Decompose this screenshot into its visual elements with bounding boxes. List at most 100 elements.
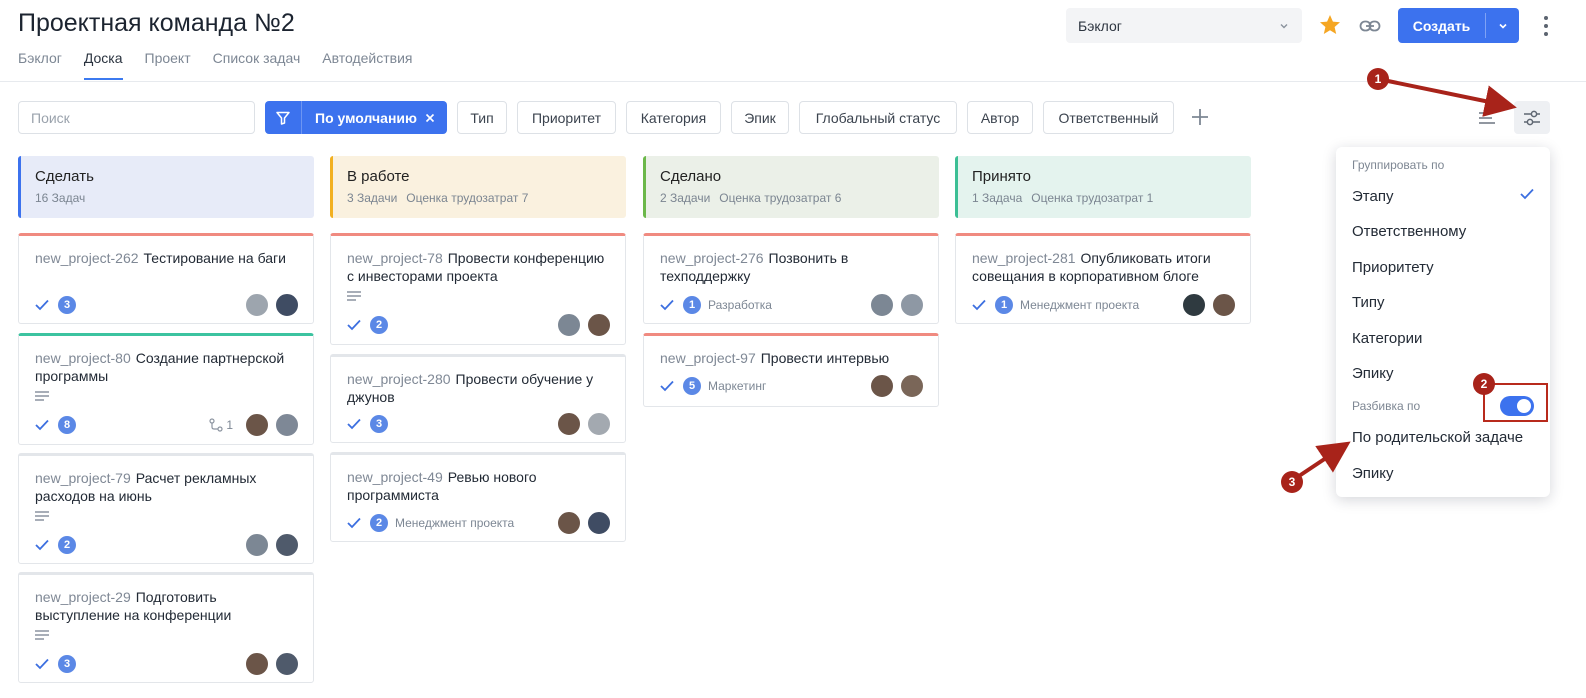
group-by-type[interactable]: Типу bbox=[1352, 294, 1385, 311]
task-card[interactable]: new_project-49 Ревью нового программиста … bbox=[330, 452, 626, 542]
header-divider bbox=[0, 81, 1586, 82]
tab-project[interactable]: Проект bbox=[145, 50, 191, 66]
task-title: Тестирование на баги bbox=[143, 250, 286, 266]
task-card[interactable]: new_project-80 Создание партнерской прогр… bbox=[18, 333, 314, 445]
search-input[interactable] bbox=[18, 101, 255, 134]
subtask-tree-icon bbox=[209, 418, 223, 432]
task-key[interactable]: new_project-97 bbox=[660, 350, 756, 366]
estimate-badge: 3 bbox=[58, 655, 76, 673]
author-avatar[interactable] bbox=[870, 293, 894, 317]
subtasks-indicator[interactable]: 1 bbox=[209, 418, 233, 432]
assignee-avatar[interactable] bbox=[900, 293, 924, 317]
author-avatar[interactable] bbox=[870, 374, 894, 398]
author-avatar[interactable] bbox=[245, 533, 269, 557]
task-key[interactable]: new_project-29 bbox=[35, 589, 131, 605]
clear-filter-icon[interactable] bbox=[425, 101, 447, 134]
group-by-assignee[interactable]: Ответственному bbox=[1352, 223, 1466, 240]
task-type-check-icon bbox=[347, 517, 361, 529]
split-by-header: Разбивка по bbox=[1352, 399, 1421, 413]
task-card[interactable]: new_project-79 Расчет рекламных расходов … bbox=[18, 453, 314, 564]
assignee-avatar[interactable] bbox=[587, 412, 611, 436]
task-type-check-icon bbox=[35, 658, 49, 670]
split-by-epic[interactable]: Эпику bbox=[1352, 465, 1394, 482]
task-card[interactable]: new_project-262 Тестирование на баги 3 bbox=[18, 233, 314, 324]
filter-funnel-icon[interactable] bbox=[265, 101, 302, 134]
task-card[interactable]: new_project-280 Провести обучение у джуно… bbox=[330, 354, 626, 443]
add-filter-icon[interactable] bbox=[1187, 104, 1213, 130]
group-by-stage[interactable]: Этапу bbox=[1352, 188, 1393, 205]
estimate-badge: 3 bbox=[370, 415, 388, 433]
task-card[interactable]: new_project-97 Провести интервью 5 Маркет… bbox=[643, 333, 939, 407]
filter-epic-button[interactable]: Эпик bbox=[731, 101, 789, 134]
tab-task-list[interactable]: Список задач bbox=[213, 50, 301, 66]
filter-author-button[interactable]: Автор bbox=[967, 101, 1033, 134]
task-key[interactable]: new_project-281 bbox=[972, 250, 1076, 266]
author-avatar[interactable] bbox=[1182, 293, 1206, 317]
task-key[interactable]: new_project-80 bbox=[35, 350, 131, 366]
author-avatar[interactable] bbox=[557, 313, 581, 337]
page-title: Проектная команда №2 bbox=[18, 9, 295, 37]
group-by-epic[interactable]: Эпику bbox=[1352, 365, 1394, 382]
author-avatar[interactable] bbox=[245, 652, 269, 676]
group-by-priority[interactable]: Приоритету bbox=[1352, 259, 1434, 276]
group-by-header: Группировать по bbox=[1352, 158, 1445, 172]
filter-category-button[interactable]: Категория bbox=[626, 101, 721, 134]
task-key[interactable]: new_project-262 bbox=[35, 250, 139, 266]
filter-global-status-button[interactable]: Глобальный статус bbox=[799, 101, 957, 134]
author-avatar[interactable] bbox=[557, 511, 581, 535]
tab-board[interactable]: Доска bbox=[83, 50, 123, 80]
estimate-badge: 2 bbox=[370, 514, 388, 532]
assignee-avatar[interactable] bbox=[275, 293, 299, 317]
task-key[interactable]: new_project-78 bbox=[347, 250, 443, 266]
filter-priority-button[interactable]: Приоритет bbox=[517, 101, 616, 134]
assignee-avatar[interactable] bbox=[587, 313, 611, 337]
task-type-check-icon bbox=[35, 539, 49, 551]
project-select[interactable]: Бэклог bbox=[1066, 8, 1302, 43]
task-key[interactable]: new_project-79 bbox=[35, 470, 131, 486]
default-filter-chip[interactable]: По умолчанию bbox=[265, 101, 447, 134]
column-header-in-progress: В работе 3 Задачи Оценка трудозатрат 7 bbox=[330, 156, 626, 218]
filter-type-button[interactable]: Тип bbox=[457, 101, 507, 134]
author-avatar[interactable] bbox=[245, 293, 269, 317]
assignee-avatar[interactable] bbox=[900, 374, 924, 398]
assignee-avatar[interactable] bbox=[275, 533, 299, 557]
task-key[interactable]: new_project-49 bbox=[347, 469, 443, 485]
category-tag: Менеджмент проекта bbox=[1020, 298, 1140, 312]
column-title: Принято bbox=[972, 168, 1031, 185]
author-avatar[interactable] bbox=[245, 413, 269, 437]
more-options-icon[interactable] bbox=[1538, 13, 1554, 39]
split-by-parent-task[interactable]: По родительской задаче bbox=[1352, 429, 1523, 446]
task-card[interactable]: new_project-281 Опубликовать итоги совеща… bbox=[955, 233, 1251, 324]
task-type-check-icon bbox=[347, 418, 361, 430]
task-card[interactable]: new_project-29 Подготовить выступление на… bbox=[18, 572, 314, 683]
group-by-category[interactable]: Категории bbox=[1352, 330, 1422, 347]
link-icon[interactable] bbox=[1358, 14, 1382, 38]
assignee-avatar[interactable] bbox=[275, 652, 299, 676]
description-icon bbox=[35, 511, 49, 521]
project-select-value: Бэклог bbox=[1078, 17, 1122, 34]
filter-assignee-button[interactable]: Ответственный bbox=[1043, 101, 1174, 134]
chevron-down-icon bbox=[1280, 23, 1288, 28]
estimate-badge: 2 bbox=[58, 536, 76, 554]
annotation-marker-2: 2 bbox=[1473, 373, 1495, 395]
task-card[interactable]: new_project-276 Позвонить в техподдержку … bbox=[643, 233, 939, 324]
assignee-avatar[interactable] bbox=[1212, 293, 1236, 317]
task-card[interactable]: new_project-78 Провести конференцию с инв… bbox=[330, 233, 626, 345]
estimate-badge: 2 bbox=[370, 316, 388, 334]
create-button[interactable]: Создать bbox=[1398, 8, 1519, 43]
assignee-avatar[interactable] bbox=[587, 511, 611, 535]
author-avatar[interactable] bbox=[557, 412, 581, 436]
tab-automations[interactable]: Автодействия bbox=[322, 50, 412, 66]
task-key[interactable]: new_project-280 bbox=[347, 371, 451, 387]
chevron-down-icon bbox=[1498, 23, 1507, 29]
estimate-badge: 8 bbox=[58, 416, 76, 434]
tab-backlog[interactable]: Бэклог bbox=[18, 50, 62, 66]
sort-icon[interactable] bbox=[1476, 108, 1498, 128]
column-estimate: Оценка трудозатрат 7 bbox=[406, 191, 529, 205]
board-settings-button[interactable] bbox=[1514, 101, 1550, 134]
selected-check-icon bbox=[1520, 188, 1534, 200]
favorite-star-icon[interactable] bbox=[1318, 13, 1342, 37]
assignee-avatar[interactable] bbox=[275, 413, 299, 437]
create-dropdown-toggle[interactable] bbox=[1486, 8, 1519, 43]
task-key[interactable]: new_project-276 bbox=[660, 250, 764, 266]
